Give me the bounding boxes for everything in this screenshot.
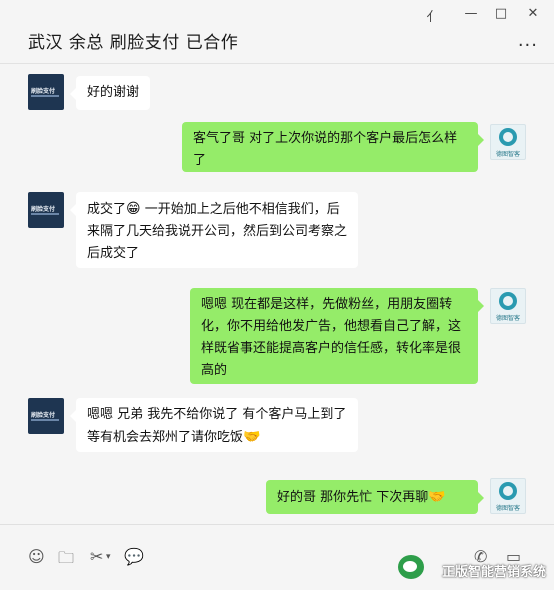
wechat-logo-icon (398, 555, 424, 579)
scissors-icon[interactable]: ✂ (90, 547, 103, 566)
self-avatar[interactable]: 德图智客 (490, 288, 526, 324)
watermark-text: 正版智能营销系统 (441, 565, 546, 580)
minimize-button[interactable]: — (462, 6, 480, 21)
input-toolbar: ☺ 🗀 ✂ ▾ 💬 ✆ ▭ 正版智能营销系统 (0, 524, 554, 590)
message-text: 好的哥 那你先忙 下次再聊 (277, 490, 429, 505)
self-avatar[interactable]: 德图智客 (490, 124, 526, 160)
close-button[interactable]: ✕ (524, 6, 542, 21)
emoji-icon[interactable]: ☺ (28, 547, 45, 566)
folder-icon[interactable]: 🗀 (58, 547, 74, 574)
pin-icon[interactable]: ⺅ (424, 6, 442, 25)
message-text: 成交了 (87, 202, 127, 217)
contact-avatar[interactable]: 刷脸支付 (28, 74, 64, 110)
handshake-emoji-icon: 🤝 (428, 489, 446, 505)
more-options-icon[interactable]: ... (518, 30, 538, 51)
handshake-emoji-icon: 🤝 (243, 429, 261, 445)
message-bubble-outgoing[interactable]: 好的哥 那你先忙 下次再聊🤝 (266, 480, 484, 514)
message-bubble-outgoing[interactable]: 嗯嗯 现在都是这样，先做粉丝，用朋友圈转化，你不用给他发广告，他想看自己了解，这… (190, 288, 484, 384)
chat-history-icon[interactable]: 💬 (124, 547, 144, 566)
contact-avatar[interactable]: 刷脸支付 (28, 192, 64, 228)
message-bubble-incoming[interactable]: 成交了😁 一开始加上之后他不相信我们，后来隔了几天给我说开公司，然后到公司考察之… (70, 192, 358, 268)
grin-emoji-icon: 😁 (126, 201, 141, 217)
message-bubble-outgoing[interactable]: 客气了哥 对了上次你说的那个客户最后怎么样了 (182, 122, 484, 172)
contact-avatar[interactable]: 刷脸支付 (28, 398, 64, 434)
message-list[interactable]: 刷脸支付 好的谢谢 德图智客 客气了哥 对了上次你说的那个客户最后怎么样了 刷脸… (0, 64, 554, 524)
message-text: 嗯嗯 兄弟 我先不给你说了 有个客户马上到了 等有机会去郑州了请你吃饭 (87, 407, 347, 445)
title-bar: 武汉 余总 刷脸支付 已合作 ⺅ — □ ✕ ... (0, 0, 554, 64)
message-bubble-incoming[interactable]: 嗯嗯 兄弟 我先不给你说了 有个客户马上到了 等有机会去郑州了请你吃饭🤝 (70, 398, 358, 452)
chevron-down-icon[interactable]: ▾ (106, 552, 111, 562)
maximize-button[interactable]: □ (492, 6, 510, 21)
message-bubble-incoming[interactable]: 好的谢谢 (69, 76, 151, 110)
chat-title: 武汉 余总 刷脸支付 已合作 (28, 33, 239, 53)
self-avatar[interactable]: 德图智客 (490, 478, 526, 514)
